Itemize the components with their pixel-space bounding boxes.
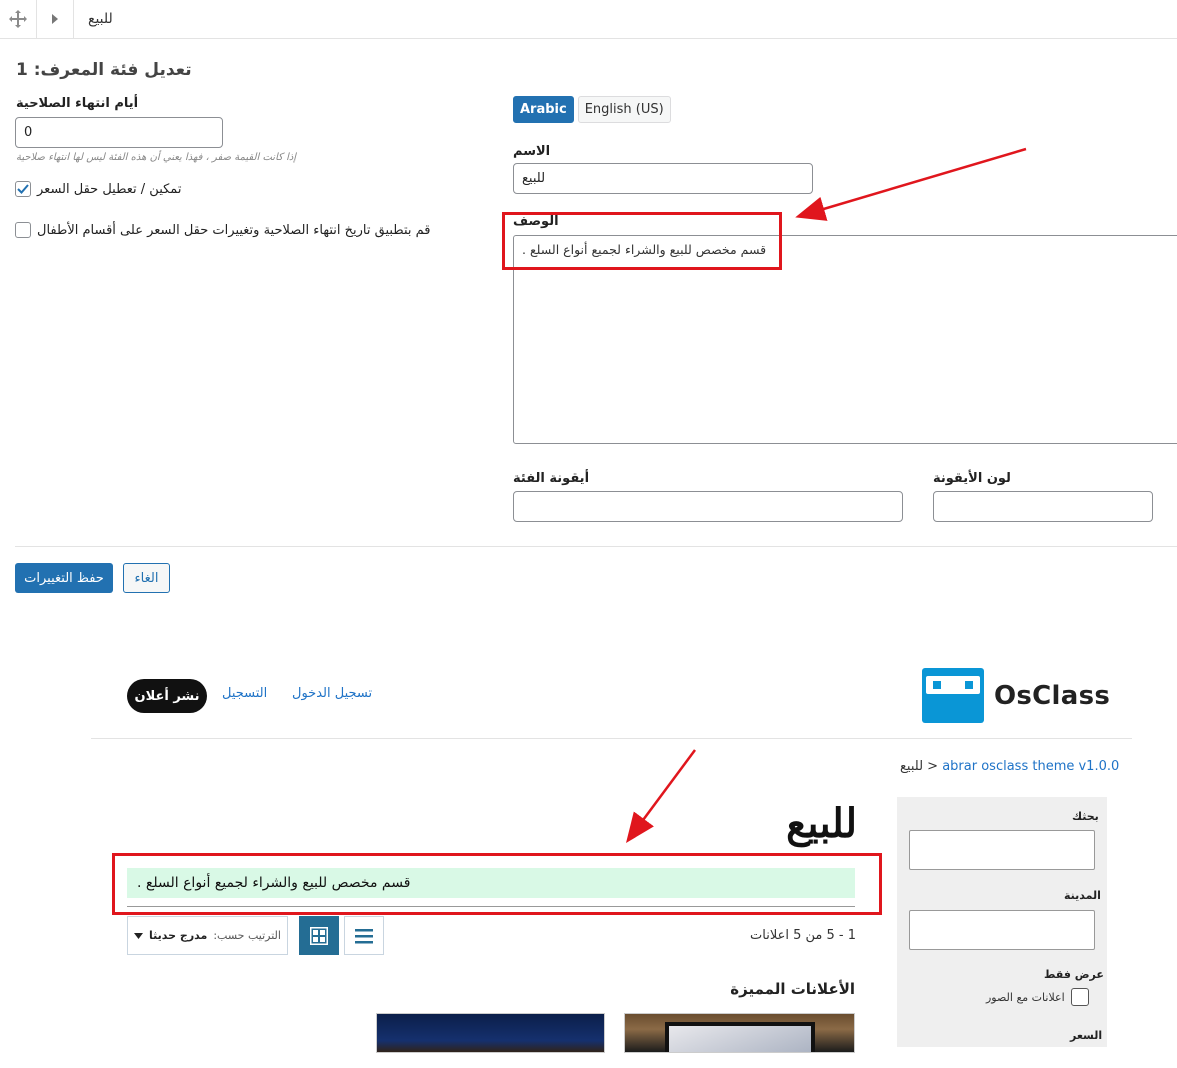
logo-text: OsClass [994,680,1111,711]
name-input[interactable]: للبيع [513,163,813,194]
expiration-hint: إذا كانت القيمة صفر ، فهذا يعني أن هذه ا… [16,152,297,163]
grid-view-button[interactable] [299,916,339,955]
apply-children-label: قم بتطبيق تاريخ انتهاء الصلاحية وتغييرات… [37,222,431,238]
page-title: تعديل فئة المعرف: 1 [16,60,192,80]
divider [15,546,1177,547]
sort-label: الترتيب حسب: [213,929,281,942]
icon-color-input[interactable] [933,491,1153,522]
city-label: المدينة [1064,889,1101,902]
name-label: الاسم [513,144,551,159]
apply-children-checkbox[interactable] [15,222,31,238]
listing-thumbnail[interactable] [376,1013,605,1053]
login-link[interactable]: تسجيل الدخول [292,686,372,701]
list-icon [355,928,373,943]
listing-thumbnail[interactable] [624,1013,855,1053]
tab-arabic[interactable]: Arabic [513,96,574,123]
chevron-down-icon [134,932,144,939]
category-icon-label: أيقونة الفئة [513,471,590,486]
price-toggle-label: تمكين / تعطيل حقل السعر [37,181,182,197]
breadcrumb: للبيع > abrar osclass theme v1.0.0 [900,759,1119,774]
search-input[interactable] [909,830,1095,870]
post-ad-button[interactable]: نشر أعلان [127,679,207,713]
expiration-days-input[interactable]: 0 [15,117,223,148]
register-link[interactable]: التسجيل [222,686,267,701]
with-photos-row: اعلانات مع الصور [986,988,1089,1006]
move-icon[interactable] [0,0,37,38]
with-photos-label: اعلانات مع الصور [986,990,1065,1004]
tab-english[interactable]: English (US) [577,96,671,123]
grid-icon [310,926,328,945]
price-label: السعر [1070,1029,1103,1042]
search-label: بحثك [1072,810,1099,823]
caret-right-icon[interactable] [37,0,74,38]
annotation-box [502,212,782,270]
breadcrumb-home[interactable]: abrar osclass theme v1.0.0 [942,759,1119,774]
language-tabs: Arabic English (US) [513,96,671,123]
annotation-arrow-icon [626,749,697,844]
show-only-label: عرض فقط [1044,968,1104,981]
site-logo[interactable]: OsClass [922,668,1110,723]
breadcrumb-current: للبيع [900,759,924,774]
breadcrumb-separator: > [927,759,939,774]
category-title: للبيع [786,800,857,847]
icon-color-label: لون الأيقونة [933,471,1011,486]
category-icon-input[interactable] [513,491,903,522]
header-divider [91,738,1132,739]
city-input[interactable] [909,910,1095,950]
annotation-box [112,853,882,915]
with-photos-checkbox[interactable] [1070,988,1089,1006]
check-icon [17,184,29,194]
price-toggle-row: تمكين / تعطيل حقل السعر [15,181,181,197]
sort-select[interactable]: الترتيب حسب: مدرج حديثا [127,916,288,955]
cancel-button[interactable]: الغاء [123,563,170,593]
sort-value: مدرج حديثا [149,929,208,942]
save-button[interactable]: حفظ التغييرات [15,563,113,593]
premium-ads-title: الأعلانات المميزة [730,980,855,998]
expiration-days-label: أيام انتهاء الصلاحية [16,96,139,111]
logo-icon [922,668,984,723]
breadcrumb-current[interactable]: للبيع [88,11,113,27]
price-toggle-checkbox[interactable] [15,181,31,197]
admin-toolbar [0,0,1177,39]
results-count: 1 - 5 من 5 اعلانات [750,928,857,943]
apply-children-row: قم بتطبيق تاريخ انتهاء الصلاحية وتغييرات… [15,222,431,238]
list-view-button[interactable] [344,916,384,955]
annotation-arrow-icon [795,147,1027,221]
